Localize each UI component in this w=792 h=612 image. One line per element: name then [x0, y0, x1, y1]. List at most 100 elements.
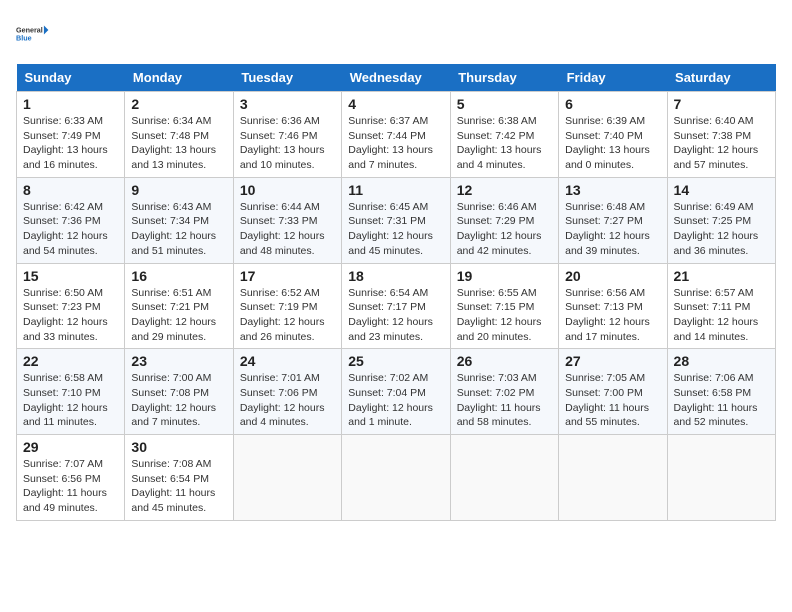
day-info: Sunrise: 6:44 AM Sunset: 7:33 PM Dayligh…	[240, 200, 335, 259]
svg-text:Blue: Blue	[16, 34, 32, 43]
daylight: Daylight: 12 hours and 54 minutes.	[23, 230, 108, 257]
calendar-cell: 20 Sunrise: 6:56 AM Sunset: 7:13 PM Dayl…	[559, 263, 667, 349]
weekday-header-monday: Monday	[125, 64, 233, 92]
day-number: 9	[131, 182, 226, 198]
calendar-cell: 23 Sunrise: 7:00 AM Sunset: 7:08 PM Dayl…	[125, 349, 233, 435]
daylight: Daylight: 12 hours and 33 minutes.	[23, 316, 108, 343]
daylight: Daylight: 12 hours and 20 minutes.	[457, 316, 542, 343]
sunset: Sunset: 7:48 PM	[131, 130, 209, 142]
calendar-cell: 6 Sunrise: 6:39 AM Sunset: 7:40 PM Dayli…	[559, 92, 667, 178]
calendar-cell: 4 Sunrise: 6:37 AM Sunset: 7:44 PM Dayli…	[342, 92, 450, 178]
day-number: 29	[23, 439, 118, 455]
daylight: Daylight: 12 hours and 11 minutes.	[23, 402, 108, 429]
daylight: Daylight: 12 hours and 26 minutes.	[240, 316, 325, 343]
daylight: Daylight: 12 hours and 42 minutes.	[457, 230, 542, 257]
day-number: 5	[457, 96, 552, 112]
day-number: 2	[131, 96, 226, 112]
sunrise: Sunrise: 6:43 AM	[131, 201, 211, 213]
weekday-header-saturday: Saturday	[667, 64, 775, 92]
calendar-cell	[233, 435, 341, 521]
day-number: 11	[348, 182, 443, 198]
day-info: Sunrise: 6:56 AM Sunset: 7:13 PM Dayligh…	[565, 286, 660, 345]
sunset: Sunset: 7:31 PM	[348, 215, 426, 227]
day-number: 27	[565, 353, 660, 369]
calendar-cell	[342, 435, 450, 521]
sunset: Sunset: 7:10 PM	[23, 387, 101, 399]
sunrise: Sunrise: 6:34 AM	[131, 115, 211, 127]
day-info: Sunrise: 6:49 AM Sunset: 7:25 PM Dayligh…	[674, 200, 769, 259]
day-info: Sunrise: 6:48 AM Sunset: 7:27 PM Dayligh…	[565, 200, 660, 259]
day-number: 30	[131, 439, 226, 455]
day-number: 3	[240, 96, 335, 112]
weekday-header-friday: Friday	[559, 64, 667, 92]
sunrise: Sunrise: 6:57 AM	[674, 287, 754, 299]
sunset: Sunset: 7:21 PM	[131, 301, 209, 313]
sunrise: Sunrise: 7:06 AM	[674, 372, 754, 384]
calendar-cell: 14 Sunrise: 6:49 AM Sunset: 7:25 PM Dayl…	[667, 177, 775, 263]
sunset: Sunset: 6:54 PM	[131, 473, 209, 485]
weekday-header-row: SundayMondayTuesdayWednesdayThursdayFrid…	[17, 64, 776, 92]
logo-icon: GeneralBlue	[16, 16, 52, 52]
calendar-cell: 9 Sunrise: 6:43 AM Sunset: 7:34 PM Dayli…	[125, 177, 233, 263]
day-number: 17	[240, 268, 335, 284]
calendar-cell: 30 Sunrise: 7:08 AM Sunset: 6:54 PM Dayl…	[125, 435, 233, 521]
weekday-header-sunday: Sunday	[17, 64, 125, 92]
sunset: Sunset: 7:46 PM	[240, 130, 318, 142]
daylight: Daylight: 11 hours and 52 minutes.	[674, 402, 758, 429]
day-info: Sunrise: 7:01 AM Sunset: 7:06 PM Dayligh…	[240, 371, 335, 430]
day-info: Sunrise: 7:07 AM Sunset: 6:56 PM Dayligh…	[23, 457, 118, 516]
day-info: Sunrise: 6:45 AM Sunset: 7:31 PM Dayligh…	[348, 200, 443, 259]
svg-text:General: General	[16, 26, 43, 35]
daylight: Daylight: 13 hours and 10 minutes.	[240, 144, 325, 171]
day-number: 16	[131, 268, 226, 284]
day-number: 22	[23, 353, 118, 369]
day-number: 15	[23, 268, 118, 284]
daylight: Daylight: 13 hours and 13 minutes.	[131, 144, 216, 171]
sunrise: Sunrise: 6:45 AM	[348, 201, 428, 213]
calendar-week-4: 22 Sunrise: 6:58 AM Sunset: 7:10 PM Dayl…	[17, 349, 776, 435]
daylight: Daylight: 11 hours and 49 minutes.	[23, 487, 107, 514]
sunset: Sunset: 7:25 PM	[674, 215, 752, 227]
sunrise: Sunrise: 7:02 AM	[348, 372, 428, 384]
sunset: Sunset: 7:17 PM	[348, 301, 426, 313]
daylight: Daylight: 13 hours and 16 minutes.	[23, 144, 108, 171]
daylight: Daylight: 12 hours and 4 minutes.	[240, 402, 325, 429]
day-number: 7	[674, 96, 769, 112]
day-info: Sunrise: 6:58 AM Sunset: 7:10 PM Dayligh…	[23, 371, 118, 430]
calendar-cell: 19 Sunrise: 6:55 AM Sunset: 7:15 PM Dayl…	[450, 263, 558, 349]
sunset: Sunset: 7:08 PM	[131, 387, 209, 399]
sunrise: Sunrise: 6:37 AM	[348, 115, 428, 127]
calendar-cell: 10 Sunrise: 6:44 AM Sunset: 7:33 PM Dayl…	[233, 177, 341, 263]
daylight: Daylight: 12 hours and 23 minutes.	[348, 316, 433, 343]
sunset: Sunset: 7:29 PM	[457, 215, 535, 227]
sunset: Sunset: 7:11 PM	[674, 301, 751, 313]
day-number: 18	[348, 268, 443, 284]
sunrise: Sunrise: 6:39 AM	[565, 115, 645, 127]
sunrise: Sunrise: 6:58 AM	[23, 372, 103, 384]
calendar-cell: 12 Sunrise: 6:46 AM Sunset: 7:29 PM Dayl…	[450, 177, 558, 263]
daylight: Daylight: 13 hours and 0 minutes.	[565, 144, 650, 171]
sunrise: Sunrise: 6:44 AM	[240, 201, 320, 213]
calendar-cell: 28 Sunrise: 7:06 AM Sunset: 6:58 PM Dayl…	[667, 349, 775, 435]
calendar-cell: 26 Sunrise: 7:03 AM Sunset: 7:02 PM Dayl…	[450, 349, 558, 435]
calendar-week-5: 29 Sunrise: 7:07 AM Sunset: 6:56 PM Dayl…	[17, 435, 776, 521]
day-number: 28	[674, 353, 769, 369]
calendar-cell: 18 Sunrise: 6:54 AM Sunset: 7:17 PM Dayl…	[342, 263, 450, 349]
day-info: Sunrise: 7:00 AM Sunset: 7:08 PM Dayligh…	[131, 371, 226, 430]
sunset: Sunset: 7:38 PM	[674, 130, 752, 142]
calendar-cell: 1 Sunrise: 6:33 AM Sunset: 7:49 PM Dayli…	[17, 92, 125, 178]
day-info: Sunrise: 6:36 AM Sunset: 7:46 PM Dayligh…	[240, 114, 335, 173]
sunset: Sunset: 7:13 PM	[565, 301, 643, 313]
calendar-cell: 3 Sunrise: 6:36 AM Sunset: 7:46 PM Dayli…	[233, 92, 341, 178]
calendar-week-3: 15 Sunrise: 6:50 AM Sunset: 7:23 PM Dayl…	[17, 263, 776, 349]
sunset: Sunset: 7:00 PM	[565, 387, 643, 399]
sunrise: Sunrise: 6:40 AM	[674, 115, 754, 127]
weekday-header-wednesday: Wednesday	[342, 64, 450, 92]
logo: GeneralBlue	[16, 16, 52, 52]
sunset: Sunset: 7:49 PM	[23, 130, 101, 142]
sunrise: Sunrise: 6:50 AM	[23, 287, 103, 299]
daylight: Daylight: 12 hours and 7 minutes.	[131, 402, 216, 429]
day-info: Sunrise: 7:05 AM Sunset: 7:00 PM Dayligh…	[565, 371, 660, 430]
sunset: Sunset: 7:34 PM	[131, 215, 209, 227]
day-info: Sunrise: 6:40 AM Sunset: 7:38 PM Dayligh…	[674, 114, 769, 173]
